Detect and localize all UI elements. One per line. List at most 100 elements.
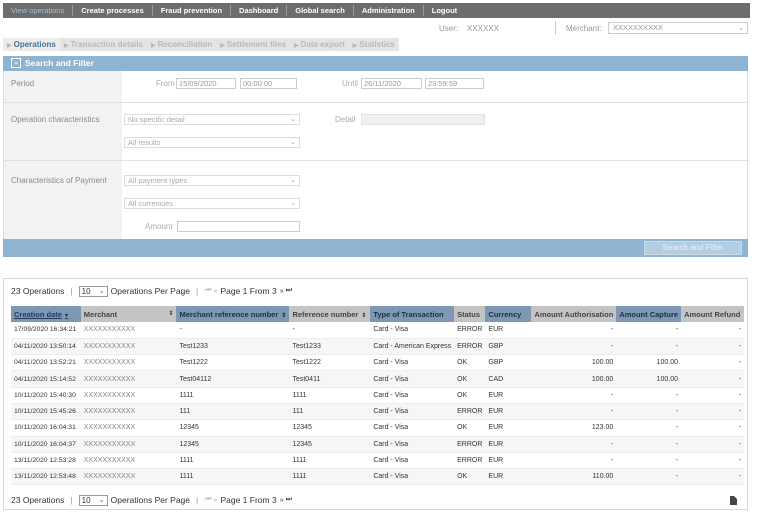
column-header-merchant[interactable]: Merchant ⇕ — [80, 306, 177, 322]
cell-currency: EUR — [485, 452, 532, 470]
cell-status: OK — [454, 354, 486, 372]
cell-currency: EUR — [485, 419, 532, 437]
tab-statistics[interactable]: ▶ Statistics — [349, 38, 399, 51]
nav-administration[interactable]: Administration — [354, 5, 424, 16]
amount-input[interactable] — [177, 221, 300, 232]
tab-reconciliation[interactable]: ▶ Reconciliation — [147, 38, 216, 51]
tab-settlement-files[interactable]: ▶ Settlement files — [216, 38, 290, 51]
cell-amount-authorisation: - — [531, 436, 617, 453]
column-header-reference-number[interactable]: Reference number ⇕ — [289, 306, 371, 322]
cell-amount-authorisation: 100.00 — [531, 370, 617, 388]
table-row[interactable]: 04/11/2020 13:50:14 XXXXXXXXXXX Test1233 Te… — [11, 338, 744, 356]
first-page-icon[interactable]: ⏮ — [205, 496, 211, 504]
cell-amount-capture: 100.00 — [616, 354, 682, 372]
tab-label: Statistics — [359, 40, 395, 49]
results-select-value: All results — [128, 138, 161, 147]
per-page-select[interactable]: 10 ⌄ — [78, 494, 108, 506]
nav-create-processes[interactable]: Create processes — [73, 5, 153, 16]
tab-data-export[interactable]: ▶ Data export — [290, 38, 349, 51]
operation-detail-select-value: No specific detail — [128, 115, 185, 124]
search-panel-title: Search and Filter — [25, 58, 94, 68]
until-time-input[interactable]: 23:59:59 — [425, 78, 484, 89]
cell-reference-number: Test1233 — [289, 338, 371, 356]
column-header-type[interactable]: Type of Transaction — [370, 306, 455, 322]
cell-reference-number: 12345 — [289, 419, 371, 437]
cell-status: ERROR — [454, 403, 486, 421]
divider: | — [196, 286, 199, 296]
cell-amount-refund: - — [681, 322, 744, 339]
from-time-input[interactable]: 00:00:00 — [240, 78, 297, 89]
cell-type: Card - Visa — [370, 370, 455, 388]
per-page-select[interactable]: 10 ⌄ — [78, 285, 108, 297]
last-page-icon[interactable]: ⏭ — [286, 496, 292, 504]
row-divider — [4, 102, 749, 103]
cell-amount-refund: - — [681, 354, 744, 372]
triangle-right-icon: ▶ — [220, 43, 225, 49]
column-header-amount-capture[interactable]: Amount Capture — [616, 306, 682, 322]
cell-creation-date: 10/11/2020 15:45:26 — [11, 403, 81, 421]
results-select[interactable]: All results ⌄ — [124, 137, 300, 148]
cell-merchant: XXXXXXXXXXX — [80, 419, 177, 437]
cell-currency: EUR — [485, 322, 532, 339]
nav-global-search[interactable]: Global search — [287, 5, 354, 16]
nav-dashboard[interactable]: Dashboard — [231, 5, 288, 16]
search-and-filter-button[interactable]: Search and Filter — [644, 241, 742, 255]
search-panel-header[interactable]: ⌄ Search and Filter — [3, 56, 748, 71]
cell-amount-capture: - — [616, 338, 682, 356]
currencies-select[interactable]: All currencies ⌄ — [124, 198, 300, 209]
cell-currency: GBP — [485, 338, 532, 356]
next-page-icon[interactable]: » — [280, 497, 284, 504]
table-row[interactable]: 13/11/2020 12:53:48 XXXXXXXXXXX 1111 1111 Ca… — [11, 468, 744, 486]
nav-logout[interactable]: Logout — [424, 5, 465, 16]
previous-page-icon[interactable]: « — [214, 288, 218, 295]
operation-detail-select[interactable]: No specific detail ⌄ — [124, 114, 300, 125]
export-document-icon[interactable] — [730, 496, 737, 505]
next-page-icon[interactable]: » — [280, 288, 284, 295]
detail-input[interactable] — [361, 114, 485, 125]
tab-label: Data export — [300, 40, 345, 49]
tab-operations[interactable]: ▶ Operations — [3, 38, 60, 51]
column-header-currency[interactable]: Currency — [485, 306, 532, 322]
cell-currency: EUR — [485, 436, 532, 453]
merchant-select[interactable]: XXXXXXXXXX ⌄ — [608, 22, 748, 34]
chevron-down-icon: ⌄ — [737, 23, 744, 32]
payment-types-select[interactable]: All payment types ⌄ — [124, 175, 300, 186]
previous-page-icon[interactable]: « — [214, 497, 218, 504]
cell-reference-number: 1111 — [289, 387, 371, 404]
column-header-label: Amount Refund — [684, 309, 741, 319]
table-row[interactable]: 10/11/2020 16:04:37 XXXXXXXXXXX 12345 12345… — [11, 436, 744, 453]
column-header-label: Amount Authorisation — [534, 309, 614, 319]
until-date-input[interactable]: 26/11/2020 — [361, 78, 422, 89]
column-header-merchant-reference[interactable]: Merchant reference number ⇕ — [176, 306, 290, 322]
table-row[interactable]: 10/11/2020 16:04:31 XXXXXXXXXXX 12345 12345… — [11, 419, 744, 437]
column-header-label: Reference number — [292, 309, 359, 319]
column-header-amount-authorisation[interactable]: Amount Authorisation — [531, 306, 617, 322]
cell-reference-number: Test1222 — [289, 354, 371, 372]
table-row[interactable]: 04/11/2020 13:52:21 XXXXXXXXXXX Test1222 Te… — [11, 354, 744, 372]
table-row[interactable]: 17/09/2020 16:34:21 XXXXXXXXXXX - - Card - V… — [11, 322, 744, 339]
cell-merchant-reference: 12345 — [176, 419, 290, 437]
period-label: Period — [11, 79, 35, 88]
table-row[interactable]: 13/11/2020 12:53:28 XXXXXXXXXXX 1111 1111 Ca… — [11, 452, 744, 470]
column-header-amount-refund[interactable]: Amount Refund — [681, 306, 744, 322]
sort-icon: ⇕ — [168, 310, 174, 317]
from-date-input[interactable]: 15/09/2020 — [176, 78, 236, 89]
table-row[interactable]: 10/11/2020 15:45:26 XXXXXXXXXXX 111 111 Card… — [11, 403, 744, 421]
table-row[interactable]: 04/11/2020 15:14:52 XXXXXXXXXXX Test04112 T… — [11, 370, 744, 388]
cell-currency: EUR — [485, 468, 532, 486]
operations-table: Creation date ▾ Merchant ⇕ Merchant refere… — [11, 306, 744, 486]
column-header-creation-date[interactable]: Creation date ▾ — [11, 306, 81, 322]
first-page-icon[interactable]: ⏮ — [205, 287, 211, 295]
column-header-status[interactable]: Status — [454, 306, 486, 322]
cell-creation-date: 13/11/2020 12:53:28 — [11, 452, 81, 470]
nav-view-operations[interactable]: View operations — [3, 5, 74, 16]
tab-transaction-details[interactable]: ▶ Transaction details — [60, 38, 147, 51]
last-page-icon[interactable]: ⏭ — [286, 287, 292, 295]
cell-amount-refund: - — [681, 452, 744, 470]
nav-fraud-prevention[interactable]: Fraud prevention — [153, 5, 232, 16]
collapse-chevron-icon[interactable]: ⌄ — [11, 58, 21, 68]
chevron-down-icon: ⌄ — [98, 287, 105, 295]
cell-merchant-reference: 111 — [176, 403, 290, 421]
cell-currency: EUR — [485, 403, 532, 421]
table-row[interactable]: 10/11/2020 15:40:30 XXXXXXXXXXX 1111 1111 Ca… — [11, 387, 744, 404]
